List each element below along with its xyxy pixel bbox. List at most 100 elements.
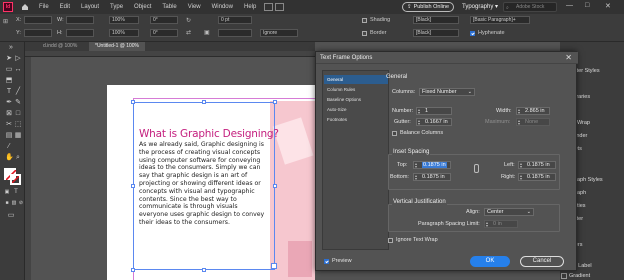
menu-file[interactable]: File [39, 4, 49, 10]
menu-help[interactable]: Help [244, 4, 256, 10]
collapse-arrows-icon[interactable]: » [7, 44, 15, 51]
scale-x-field[interactable]: 100% [109, 16, 139, 24]
bottom-field[interactable]: ▴ ▾ 0.1875 in [413, 173, 451, 181]
frame-handle-bottom-left[interactable] [131, 268, 135, 272]
menu-edit[interactable]: Edit [60, 4, 70, 10]
menu-table[interactable]: Table [162, 4, 176, 10]
nav-footnotes[interactable]: Footnotes [324, 115, 388, 124]
free-transform-tool-icon[interactable]: ⬚ [14, 121, 22, 128]
scissors-tool-icon[interactable]: ✂ [5, 121, 13, 128]
gradient-icon[interactable] [561, 273, 567, 279]
frame-handle-bottom[interactable] [202, 268, 206, 272]
gradient-tool-icon[interactable]: ▤ [5, 132, 13, 139]
stock-search-input[interactable]: ⌕ Adobe Stock [503, 2, 557, 12]
right-field[interactable]: ▴ ▾ 0.1875 in [518, 173, 556, 181]
w-field[interactable] [66, 16, 94, 24]
cancel-button[interactable]: Cancel [520, 256, 564, 267]
rectangle-frame-tool-icon[interactable]: ⊠ [5, 110, 13, 117]
vertical-ruler[interactable] [25, 57, 31, 280]
panel-gradient[interactable]: Gradient [569, 273, 590, 279]
line-tool-icon[interactable]: ╱ [14, 88, 22, 95]
shading-color-select[interactable]: [Black] [413, 16, 459, 24]
screen-mode-icon[interactable] [264, 3, 274, 11]
eyedropper-tool-icon[interactable]: ⁄ [5, 143, 13, 150]
stepper-icon[interactable]: ▴ ▾ [520, 162, 522, 169]
pen-tool-icon[interactable]: ✒ [5, 99, 13, 106]
page-tool-icon[interactable]: ▭ [5, 66, 13, 73]
pencil-tool-icon[interactable]: ✎ [14, 99, 22, 106]
paragraph-style-select[interactable]: [Basic Paragraph]+ [470, 16, 530, 24]
maximize-icon[interactable]: □ [585, 2, 589, 9]
reference-point-icon[interactable]: ⊞ [3, 18, 8, 25]
minimize-icon[interactable]: — [566, 2, 573, 9]
text-out-port[interactable] [271, 263, 277, 269]
tab-untitled-1[interactable]: *Untitled-1 @ 100% [89, 42, 145, 51]
arrange-documents-icon[interactable] [275, 3, 285, 11]
formatting-container-icon[interactable]: ▣ [3, 189, 11, 196]
number-field[interactable]: ▴ ▾ 1 [416, 107, 452, 115]
stepper-icon[interactable]: ▴ ▾ [415, 174, 417, 181]
article-body[interactable]: As we already said, Graphic designing is… [139, 141, 267, 227]
tab-d-indd[interactable]: d.indd @ 100% [37, 42, 83, 51]
fill-swatch-icon[interactable]: ▣ [204, 29, 210, 36]
selection-tool-icon[interactable]: ➤ [5, 55, 13, 62]
frame-handle-top[interactable] [202, 100, 206, 104]
rotation-field[interactable]: 0° [150, 16, 178, 24]
type-tool-icon[interactable]: T [5, 88, 13, 95]
workspace-switcher[interactable]: Typography ▾ [462, 3, 498, 10]
stroke-weight-field[interactable]: 0 pt [218, 16, 252, 24]
close-window-icon[interactable]: ✕ [605, 2, 611, 10]
stroke-swatch[interactable] [10, 174, 21, 185]
ok-button[interactable]: OK [470, 256, 510, 267]
article-heading[interactable]: What is Graphic Designing? [139, 128, 279, 140]
border-color-select[interactable]: [Black] [413, 29, 459, 37]
ignore-text-wrap-checkbox[interactable] [388, 238, 393, 243]
menu-view[interactable]: View [188, 4, 201, 10]
close-icon[interactable]: ✕ [565, 53, 572, 62]
frame-handle-top-right[interactable] [273, 100, 277, 104]
home-icon[interactable] [21, 3, 29, 11]
shading-checkbox[interactable] [362, 18, 367, 23]
shear-field[interactable]: 0° [150, 29, 178, 37]
nav-baseline-options[interactable]: Baseline Options [324, 95, 388, 104]
frame-handle-right[interactable] [273, 184, 277, 188]
gap-tool-icon[interactable]: ↔ [14, 66, 22, 73]
screen-mode-toggle-icon[interactable]: ▭ [7, 212, 15, 219]
hand-tool-icon[interactable]: ✋ [5, 154, 14, 161]
rectangle-tool-icon[interactable]: □ [14, 110, 22, 117]
nav-general[interactable]: General [324, 75, 388, 84]
menu-object[interactable]: Object [134, 4, 151, 10]
left-field[interactable]: ▴ ▾ 0.1875 in [518, 161, 556, 169]
nav-column-rules[interactable]: Column Rules [324, 85, 388, 94]
stepper-icon[interactable]: ▴ ▾ [415, 162, 417, 169]
horizontal-ruler[interactable] [25, 51, 315, 57]
stepper-icon[interactable]: ▴ ▾ [418, 119, 420, 126]
zoom-tool-icon[interactable]: ⌕ [14, 154, 22, 161]
stepper-icon[interactable]: ▴ ▾ [518, 108, 520, 115]
border-checkbox[interactable] [362, 31, 367, 36]
top-field[interactable]: ▴ ▾ 0.1875 in [413, 161, 451, 169]
balance-columns-checkbox[interactable] [392, 131, 397, 136]
x-field[interactable] [24, 16, 52, 24]
align-select[interactable]: Center ⌄ [484, 208, 534, 216]
menu-window[interactable]: Window [212, 4, 233, 10]
ignore-select[interactable]: Ignore [260, 29, 298, 37]
h-field[interactable] [66, 29, 94, 37]
y-field[interactable] [24, 29, 52, 37]
stepper-icon[interactable]: ▴ ▾ [520, 174, 522, 181]
preview-checkbox[interactable] [324, 259, 329, 264]
apply-none-icon[interactable]: ⊘ [17, 200, 25, 207]
dialog-title[interactable]: Text Frame Options [316, 52, 578, 64]
stepper-icon[interactable]: ▴ ▾ [418, 108, 420, 115]
flip-icon[interactable]: ⇄ [186, 29, 191, 36]
menu-type[interactable]: Type [110, 4, 123, 10]
stroke-type-field[interactable] [218, 29, 252, 37]
content-collector-icon[interactable]: ⬒ [5, 77, 13, 84]
menu-layout[interactable]: Layout [81, 4, 99, 10]
note-tool-icon[interactable]: ▦ [14, 132, 22, 139]
scale-y-field[interactable]: 100% [109, 29, 139, 37]
chain-link-icon[interactable] [474, 164, 479, 173]
frame-handle-top-left[interactable] [131, 100, 135, 104]
columns-select[interactable]: Fixed Number ⌄ [419, 88, 475, 96]
nav-auto-size[interactable]: Auto-Size [324, 105, 388, 114]
